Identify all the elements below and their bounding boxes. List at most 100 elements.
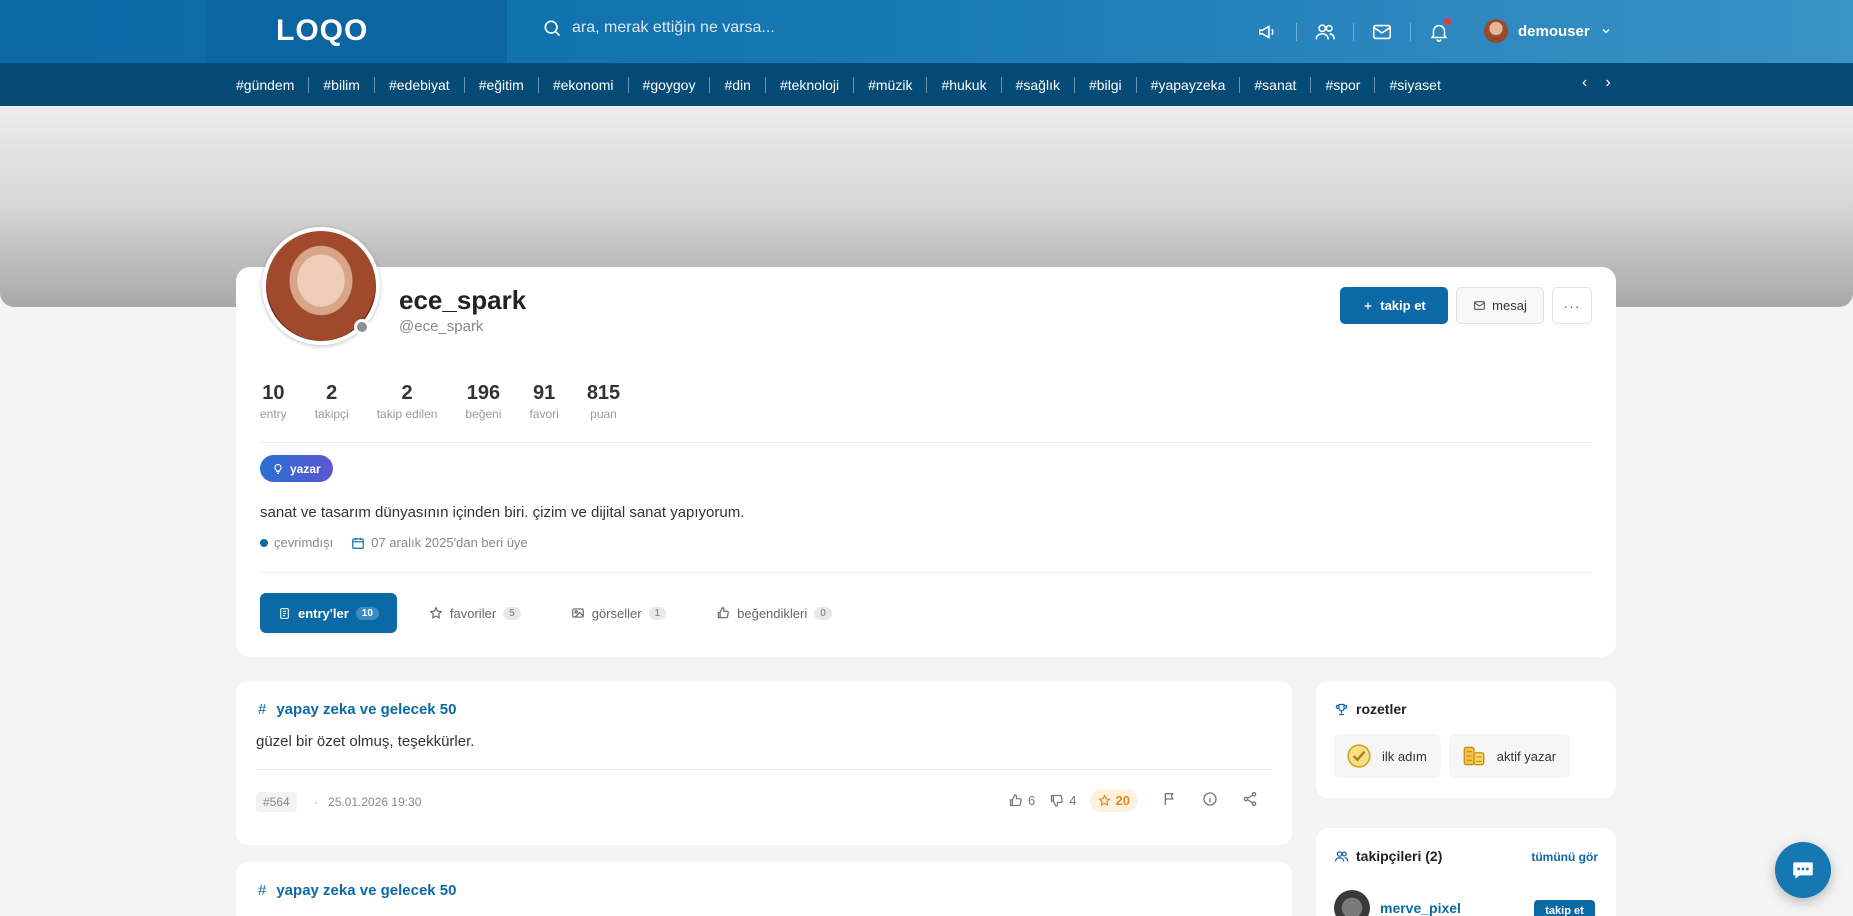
favorite-button[interactable]: 20 [1090,789,1138,812]
stat-item[interactable]: 2 takip edilen [377,382,438,421]
users-icon[interactable] [1311,18,1339,46]
divider [1296,23,1297,41]
tag-link[interactable]: #ekonomi [553,77,614,93]
join-date: 07 aralık 2025'dan beri üye [351,535,528,550]
follow-follower-button[interactable]: takip et [1534,900,1595,916]
see-all-link[interactable]: tümünü gör [1531,850,1598,864]
notification-dot [1444,18,1451,25]
flag-icon[interactable] [1162,791,1178,810]
tag-link[interactable]: #bilim [323,77,360,93]
entry-topic-label: yapay zeka ve gelecek 50 [276,882,457,899]
follow-button[interactable]: takip et [1340,287,1448,324]
info-icon[interactable] [1202,791,1218,810]
badge-item[interactable]: ilk adım [1334,734,1441,778]
avatar [1334,890,1370,916]
tag-link[interactable]: #spor [1325,77,1360,93]
tag-link[interactable]: #yapayzeka [1151,77,1226,93]
tag-divider [853,76,855,93]
dislike-button[interactable]: 4 [1049,793,1076,808]
stat-item[interactable]: 10 entry [260,382,287,421]
calendar-icon [352,537,365,549]
profile-name: ece_spark [399,285,527,315]
tag-link[interactable]: #sağlık [1016,77,1060,93]
message-button[interactable]: mesaj [1456,287,1544,324]
entry-id[interactable]: #564 [256,792,297,812]
tab-likes[interactable]: beğendikleri 0 [698,593,850,633]
tag-list: #gündem #bilim #edebiyat #eğitim #ekonomi #go… [236,63,1441,106]
stat-item[interactable]: 196 beğeni [465,382,501,421]
divider [256,769,1272,770]
tag-link[interactable]: #goygoy [643,77,696,93]
badge-item[interactable]: aktif yazar [1448,734,1571,778]
share-icon[interactable] [1242,791,1258,810]
entry-topic[interactable]: # yapay zeka ve gelecek 50 [258,701,456,718]
tab-entries[interactable]: entry'ler 10 [260,593,397,633]
tab-images[interactable]: görseller 1 [553,593,684,633]
stat-value: 196 [466,382,501,404]
logo[interactable]: LOQO [276,14,368,48]
profile-meta: çevrimdışı 07 aralık 2025'dan beri üye [260,535,528,550]
stat-label: puan [590,407,617,421]
search-input[interactable]: ara, merak ettiğin ne varsa... [572,19,775,37]
status-label: çevrimdışı [274,535,334,550]
entry-topic[interactable]: # yapay zeka ve gelecek 50 [258,882,456,899]
message-label: mesaj [1492,298,1527,313]
like-button[interactable]: 6 [1008,793,1035,808]
user-menu[interactable]: demouser [1484,19,1612,43]
status-dot [260,538,268,547]
tag-link[interactable]: #hukuk [941,77,986,93]
bell-icon[interactable] [1425,18,1453,46]
tag-link[interactable]: #teknoloji [780,77,839,93]
stat-label: entry [260,407,287,421]
tag-link[interactable]: #edebiyat [389,77,450,93]
like-count: 6 [1028,793,1036,808]
search-bar[interactable]: ara, merak ettiğin ne varsa... [542,18,775,38]
role-label: yazar [290,461,321,476]
document-icon [280,607,289,619]
thumbs-down-icon [1051,794,1063,807]
tab-favorites[interactable]: favoriler 5 [411,593,539,633]
chat-button[interactable] [1775,842,1831,898]
profile-bio: sanat ve tasarım dünyasının içinden biri… [260,504,745,521]
tag-link[interactable]: #bilgi [1089,77,1122,93]
stat-item[interactable]: 815 puan [587,382,620,421]
follower-name[interactable]: merve_pixel [1380,900,1461,916]
entry-card: # yapay zeka ve gelecek 50 güzel bir öze… [236,681,1292,845]
tag-link[interactable]: #siyaset [1389,77,1440,93]
stat-item[interactable]: 2 takipçi [315,382,349,421]
header-icons [1254,18,1453,46]
stat-value: 2 [401,382,413,404]
tab-count: 1 [648,606,667,620]
tag-link[interactable]: #eğitim [479,77,524,93]
entry-card: # yapay zeka ve gelecek 50 [236,862,1292,916]
divider [1410,23,1411,41]
follower-row[interactable]: merve_pixel [1334,890,1461,916]
tag-link[interactable]: #sanat [1254,77,1296,93]
tag-divider [537,76,539,93]
mail-icon[interactable] [1368,18,1396,46]
tag-prev-button[interactable]: ‹ [1582,74,1587,92]
stat-label: takip edilen [376,407,438,421]
badge-list: ilk adım aktif yazar [1334,734,1571,778]
status-indicator [354,319,370,335]
avatar [1484,19,1508,43]
stat-item[interactable]: 91 favori [529,382,558,421]
tag-next-button[interactable]: › [1605,74,1610,92]
top-bar: LOQO ara, merak ettiğin ne varsa... demo… [0,0,1853,63]
username: demouser [1518,22,1590,40]
stat-label: favori [529,407,559,421]
tag-divider [1073,76,1075,93]
tag-link[interactable]: #gündem [236,77,294,93]
tab-label: görseller [591,605,642,621]
megaphone-icon[interactable] [1254,18,1282,46]
tag-link[interactable]: #din [724,77,750,93]
more-button[interactable]: ··· [1552,287,1592,324]
entry-text: güzel bir özet olmuş, teşekkürler. [256,733,475,750]
profile-handle: @ece_spark [399,318,484,335]
thumbs-up-icon [1009,794,1022,807]
tab-label: entry'ler [298,605,349,621]
divider [260,572,1592,573]
tab-count: 10 [355,606,379,620]
tag-link[interactable]: #müzik [868,77,912,93]
status: çevrimdışı [260,535,333,550]
